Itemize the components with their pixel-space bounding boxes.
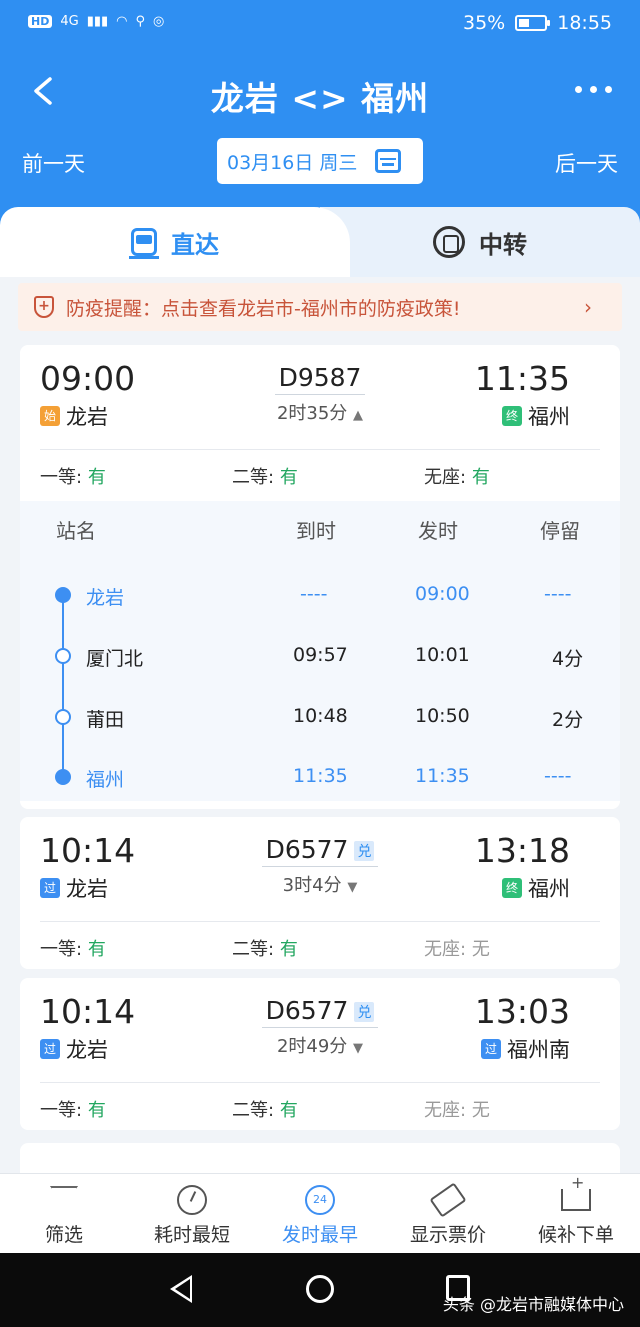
signal-icon: 4G <box>60 14 79 29</box>
waitlist-label: 候补下单 <box>537 1224 614 1246</box>
train-icon <box>129 228 159 259</box>
system-home-icon[interactable] <box>306 1275 334 1303</box>
stop-dot-icon <box>55 648 71 664</box>
nfc-icon: ◎ <box>153 14 165 29</box>
sort-earliest-label: 发时最早 <box>281 1224 358 1246</box>
system-nav-bar: 头条 @龙岩市融媒体中心 <box>0 1253 640 1327</box>
tab-transfer[interactable]: 中转 <box>320 207 640 277</box>
tab-direct-label: 直达 <box>171 230 219 259</box>
divider <box>40 1082 600 1083</box>
stop-dot-icon <box>55 587 71 603</box>
app-header: HD 4G ▮▮▮ ◠ ⚲ ◎ 35% 18:55 龙岩 <> 福州 前一天 0… <box>0 0 640 230</box>
stop-list: 站名 到时 发时 停留 龙岩 ---- 09:00 ---- 厦门北 09:57… <box>20 501 620 801</box>
system-back-icon[interactable] <box>170 1275 192 1303</box>
from-station: 过龙岩 <box>40 1034 108 1064</box>
train-list: + 防疫提醒：点击查看龙岩市-福州市的防疫政策! › 09:00 D9587 1… <box>0 277 640 1183</box>
expand-icon: ▼ <box>353 1041 364 1056</box>
start-badge: 始 <box>40 406 60 426</box>
next-day-button[interactable]: 后一天 <box>555 148 618 178</box>
from-station: 始龙岩 <box>40 401 108 431</box>
calendar-icon <box>375 149 402 173</box>
train-card[interactable]: 10:14 D6577 兑 13:03 2时49分 ▼ 过龙岩 过福州南 一等: … <box>20 978 620 1130</box>
stopwatch-icon <box>177 1185 207 1215</box>
chevron-right-icon: › <box>584 295 592 319</box>
watermark: 头条 @龙岩市融媒体中心 <box>442 1295 624 1314</box>
shield-icon: + <box>34 296 54 318</box>
cart-add-icon <box>561 1173 591 1211</box>
pass-badge: 过 <box>481 1039 501 1059</box>
waitlist-button[interactable]: 候补下单 <box>512 1173 640 1247</box>
stop-dot-icon <box>55 769 71 785</box>
pass-badge: 过 <box>40 878 60 898</box>
filter-button[interactable]: 筛选 <box>0 1180 128 1247</box>
date-label: 03月16日 周三 <box>227 151 358 174</box>
battery-percent: 35% <box>463 12 506 34</box>
stop-timeline <box>62 595 64 779</box>
train-card[interactable]: 10:14 D6577 兑 13:18 3时4分 ▼ 过龙岩 终福州 一等: 有 … <box>20 817 620 969</box>
end-badge: 终 <box>502 406 522 426</box>
divider <box>40 449 600 450</box>
to-station: 终福州 <box>502 401 570 431</box>
end-badge: 终 <box>502 878 522 898</box>
pass-badge: 过 <box>40 1039 60 1059</box>
dui-badge: 兑 <box>354 1002 375 1022</box>
filter-label: 筛选 <box>44 1224 83 1246</box>
to-station: 过福州南 <box>481 1034 570 1064</box>
from-station: 过龙岩 <box>40 873 108 903</box>
hd-icon: HD <box>28 15 53 28</box>
transfer-icon <box>433 226 465 258</box>
show-price-button[interactable]: 显示票价 <box>384 1180 512 1247</box>
bottom-nav: 筛选 耗时最短 24 发时最早 显示票价 候补下单 <box>0 1173 640 1253</box>
collapse-icon: ▲ <box>353 408 364 423</box>
wifi-icon: ◠ <box>116 14 128 29</box>
search-status-icon: ⚲ <box>135 14 146 29</box>
tab-transfer-label: 中转 <box>479 230 527 259</box>
sort-shortest-label: 耗时最短 <box>153 1224 230 1246</box>
price-tag-icon <box>429 1182 467 1218</box>
sort-earliest-button[interactable]: 24 发时最早 <box>256 1180 384 1247</box>
expand-icon: ▼ <box>347 880 358 895</box>
stop-dot-icon <box>55 709 71 725</box>
epidemic-notice[interactable]: + 防疫提醒：点击查看龙岩市-福州市的防疫政策! › <box>18 283 622 331</box>
sort-shortest-button[interactable]: 耗时最短 <box>128 1180 256 1247</box>
arrival-time: 13:18 <box>474 831 570 870</box>
filter-icon <box>50 1186 78 1214</box>
notice-text: 防疫提醒：点击查看龙岩市-福州市的防疫政策! <box>66 297 461 320</box>
tab-bar: 中转 直达 <box>0 207 640 277</box>
clock: 18:55 <box>557 12 612 34</box>
prev-day-button[interactable]: 前一天 <box>22 148 85 178</box>
dui-badge: 兑 <box>354 841 375 861</box>
divider <box>40 921 600 922</box>
signal-bars-icon: ▮▮▮ <box>86 14 109 29</box>
page-title: 龙岩 <> 福州 <box>210 79 430 118</box>
more-icon[interactable] <box>575 86 612 93</box>
arrival-time: 11:35 <box>474 359 570 398</box>
to-station: 终福州 <box>502 873 570 903</box>
battery-icon <box>515 15 551 31</box>
date-picker[interactable]: 03月16日 周三 <box>217 138 423 184</box>
arrival-time: 13:03 <box>474 992 570 1031</box>
clock-24-icon: 24 <box>305 1185 335 1215</box>
show-price-label: 显示票价 <box>409 1224 486 1246</box>
status-bar: HD 4G ▮▮▮ ◠ ⚲ ◎ 35% 18:55 <box>0 10 640 40</box>
train-card[interactable]: 09:00 D9587 11:35 2时35分 ▲ 始龙岩 终福州 一等: 有 … <box>20 345 620 809</box>
tab-direct[interactable]: 直达 <box>0 207 350 277</box>
